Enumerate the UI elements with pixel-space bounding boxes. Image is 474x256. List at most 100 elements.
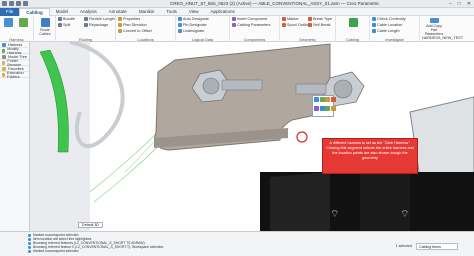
group-routing-big: Route Cables — [34, 16, 56, 42]
repackage-button[interactable]: Repackage — [84, 23, 108, 27]
self-break-button[interactable]: Self Break — [308, 23, 331, 27]
create-harness-button[interactable] — [2, 18, 14, 36]
tab-analysis[interactable]: Analysis — [74, 8, 103, 16]
convert-to-offset-label: Convert to Offset — [123, 29, 152, 33]
tab-applications[interactable]: Applications — [205, 8, 241, 16]
tab-file[interactable]: File — [0, 7, 20, 16]
break-type-button[interactable]: Break Type — [308, 17, 332, 21]
flexible-length-button[interactable]: Flexible Length — [84, 17, 115, 21]
close-icon[interactable] — [330, 97, 336, 102]
folder-icon — [2, 66, 6, 71]
tab-view[interactable]: View — [183, 8, 205, 16]
selection-highlight-circle — [296, 131, 308, 143]
harness-icon[interactable] — [314, 106, 319, 112]
harness-new-test-item[interactable]: HARNESS_NEW_TEST — [422, 36, 463, 40]
undesignate-button[interactable]: Undesignate — [178, 29, 204, 33]
black-component-face — [360, 166, 410, 231]
cabling-parameters-label: Cabling Parameters — [237, 23, 271, 27]
spool-outline-label: Spool Outline — [287, 23, 310, 27]
route-cables-button[interactable]: Route Cables — [35, 18, 55, 36]
flexible-length-label: Flexible Length — [89, 17, 115, 21]
bundle-button[interactable]: Bundle — [58, 17, 75, 21]
close-icon[interactable]: ✕ — [467, 1, 471, 7]
message-text: Marked successpoint selected. — [33, 249, 80, 253]
left-panel-row-extension[interactable]: Extension Folders — [0, 70, 29, 79]
pin-designate-label: Pin Designate — [183, 23, 207, 27]
self-break-label: Self Break — [313, 23, 331, 27]
gear-icon[interactable] — [325, 97, 330, 102]
group-locations: Properties Plan Direction Convert to Off… — [116, 16, 176, 42]
tab-cabling[interactable]: Cabling — [19, 7, 50, 16]
cable-length-button[interactable]: Cable Length — [372, 29, 400, 33]
cable-icon — [2, 48, 6, 53]
gear-icon[interactable] — [23, 1, 28, 6]
wifi-icon: ⌔ — [400, 209, 409, 220]
measure-icon[interactable] — [319, 106, 325, 112]
route-cables-label: Route Cables — [39, 28, 51, 36]
pin-designate-button[interactable]: Pin Designate — [178, 23, 207, 27]
graphics-viewport[interactable]: ⌔ ⌔ A different harness is set as the "C… — [30, 42, 474, 231]
gear-icon[interactable] — [330, 106, 336, 112]
auto-designate-label: Auto Designate — [183, 17, 209, 21]
tab-tools[interactable]: Tools — [160, 8, 183, 16]
cable-location-button[interactable]: Cable Location — [372, 23, 402, 27]
folder-icon — [2, 60, 6, 65]
tab-model[interactable]: Model — [50, 8, 74, 16]
group-cabling: Cabling — [336, 16, 370, 42]
left-panel-label-extension: Extension Folders — [6, 70, 24, 79]
auto-designate-button[interactable]: Auto Designate — [178, 17, 209, 21]
spool-outline-button[interactable]: Spool Outline — [282, 23, 310, 27]
view-tab-default[interactable]: Default 3D — [78, 222, 103, 228]
folder-icon — [2, 72, 5, 77]
check-continuity-label: Check Continuity — [377, 17, 406, 21]
maximize-icon[interactable]: □ — [458, 1, 461, 7]
callout-note: A different harness is set as the "Click… — [322, 138, 418, 174]
convert-to-offset-button[interactable]: Convert to Offset — [118, 29, 152, 33]
model-geometry[interactable]: ⌔ ⌔ — [30, 42, 474, 231]
info-icon — [28, 249, 31, 253]
window-controls: – □ ✕ — [449, 1, 471, 7]
redo-icon[interactable] — [16, 1, 21, 6]
cabling-parameters-button[interactable]: Cabling Parameters — [232, 23, 271, 27]
tab-annotate[interactable]: Annotate — [103, 8, 133, 16]
marker-label: Marker — [287, 17, 299, 21]
marker-button[interactable]: Marker — [282, 17, 299, 21]
group-logical-data: Auto Designate Pin Designate Undesignate… — [176, 16, 230, 42]
selection-filter[interactable]: Cabling Items — [416, 243, 458, 250]
cable-icon[interactable] — [319, 97, 325, 102]
plan-direction-button[interactable]: Plan Direction — [118, 23, 147, 27]
properties-button[interactable]: Properties — [118, 17, 140, 21]
tab-manikin[interactable]: Manikin — [133, 8, 161, 16]
minimize-icon[interactable]: – — [449, 1, 452, 7]
cable-icon[interactable] — [325, 106, 330, 112]
group-parameters: Add Copy Part Parameters HARNESS_NEW_TES… — [420, 16, 474, 42]
harness-icon — [2, 42, 6, 47]
left-panel: Harness Modify Harness Model Tree Folder… — [0, 42, 30, 238]
insert-component-label: Insert Component — [237, 17, 268, 21]
add-copy-part-parameters-button[interactable]: Add Copy Part Parameters — [424, 18, 444, 36]
cabling-tool-button[interactable] — [347, 18, 359, 36]
save-icon[interactable] — [2, 1, 7, 6]
mini-toolbar — [312, 95, 336, 117]
group-components: Insert Component Cabling Parameters Comp… — [230, 16, 280, 42]
split-button[interactable]: Split — [58, 23, 70, 27]
modify-harness-button[interactable] — [17, 18, 29, 36]
undesignate-label: Undesignate — [183, 29, 205, 33]
insert-component-button[interactable]: Insert Component — [232, 17, 267, 21]
check-continuity-button[interactable]: Check Continuity — [372, 17, 406, 21]
status-bar: Marked successpoint selected. Item locat… — [0, 231, 474, 256]
ribbon: Harness Route Cables Bundle Split Flexib… — [0, 16, 474, 42]
quick-access-toolbar — [2, 1, 28, 6]
break-type-label: Break Type — [313, 17, 333, 21]
undo-icon[interactable] — [9, 1, 14, 6]
wifi-icon: ⌔ — [330, 209, 339, 220]
window-title: CREO_HNUT_57_Bds_0623 (2) (Active) — ABL… — [170, 1, 380, 6]
bundle-label: Bundle — [63, 17, 75, 21]
cable-length-label: Cable Length — [377, 29, 400, 33]
black-component-face — [270, 172, 330, 231]
measure-icon[interactable] — [314, 97, 319, 102]
group-investigate: Check Continuity Cable Location Cable Le… — [370, 16, 420, 42]
harness-new-test-label: HARNESS_NEW_TEST — [422, 36, 464, 40]
group-routing: Bundle Split Flexible Length Repackage R… — [56, 16, 116, 42]
properties-label: Properties — [123, 17, 141, 21]
